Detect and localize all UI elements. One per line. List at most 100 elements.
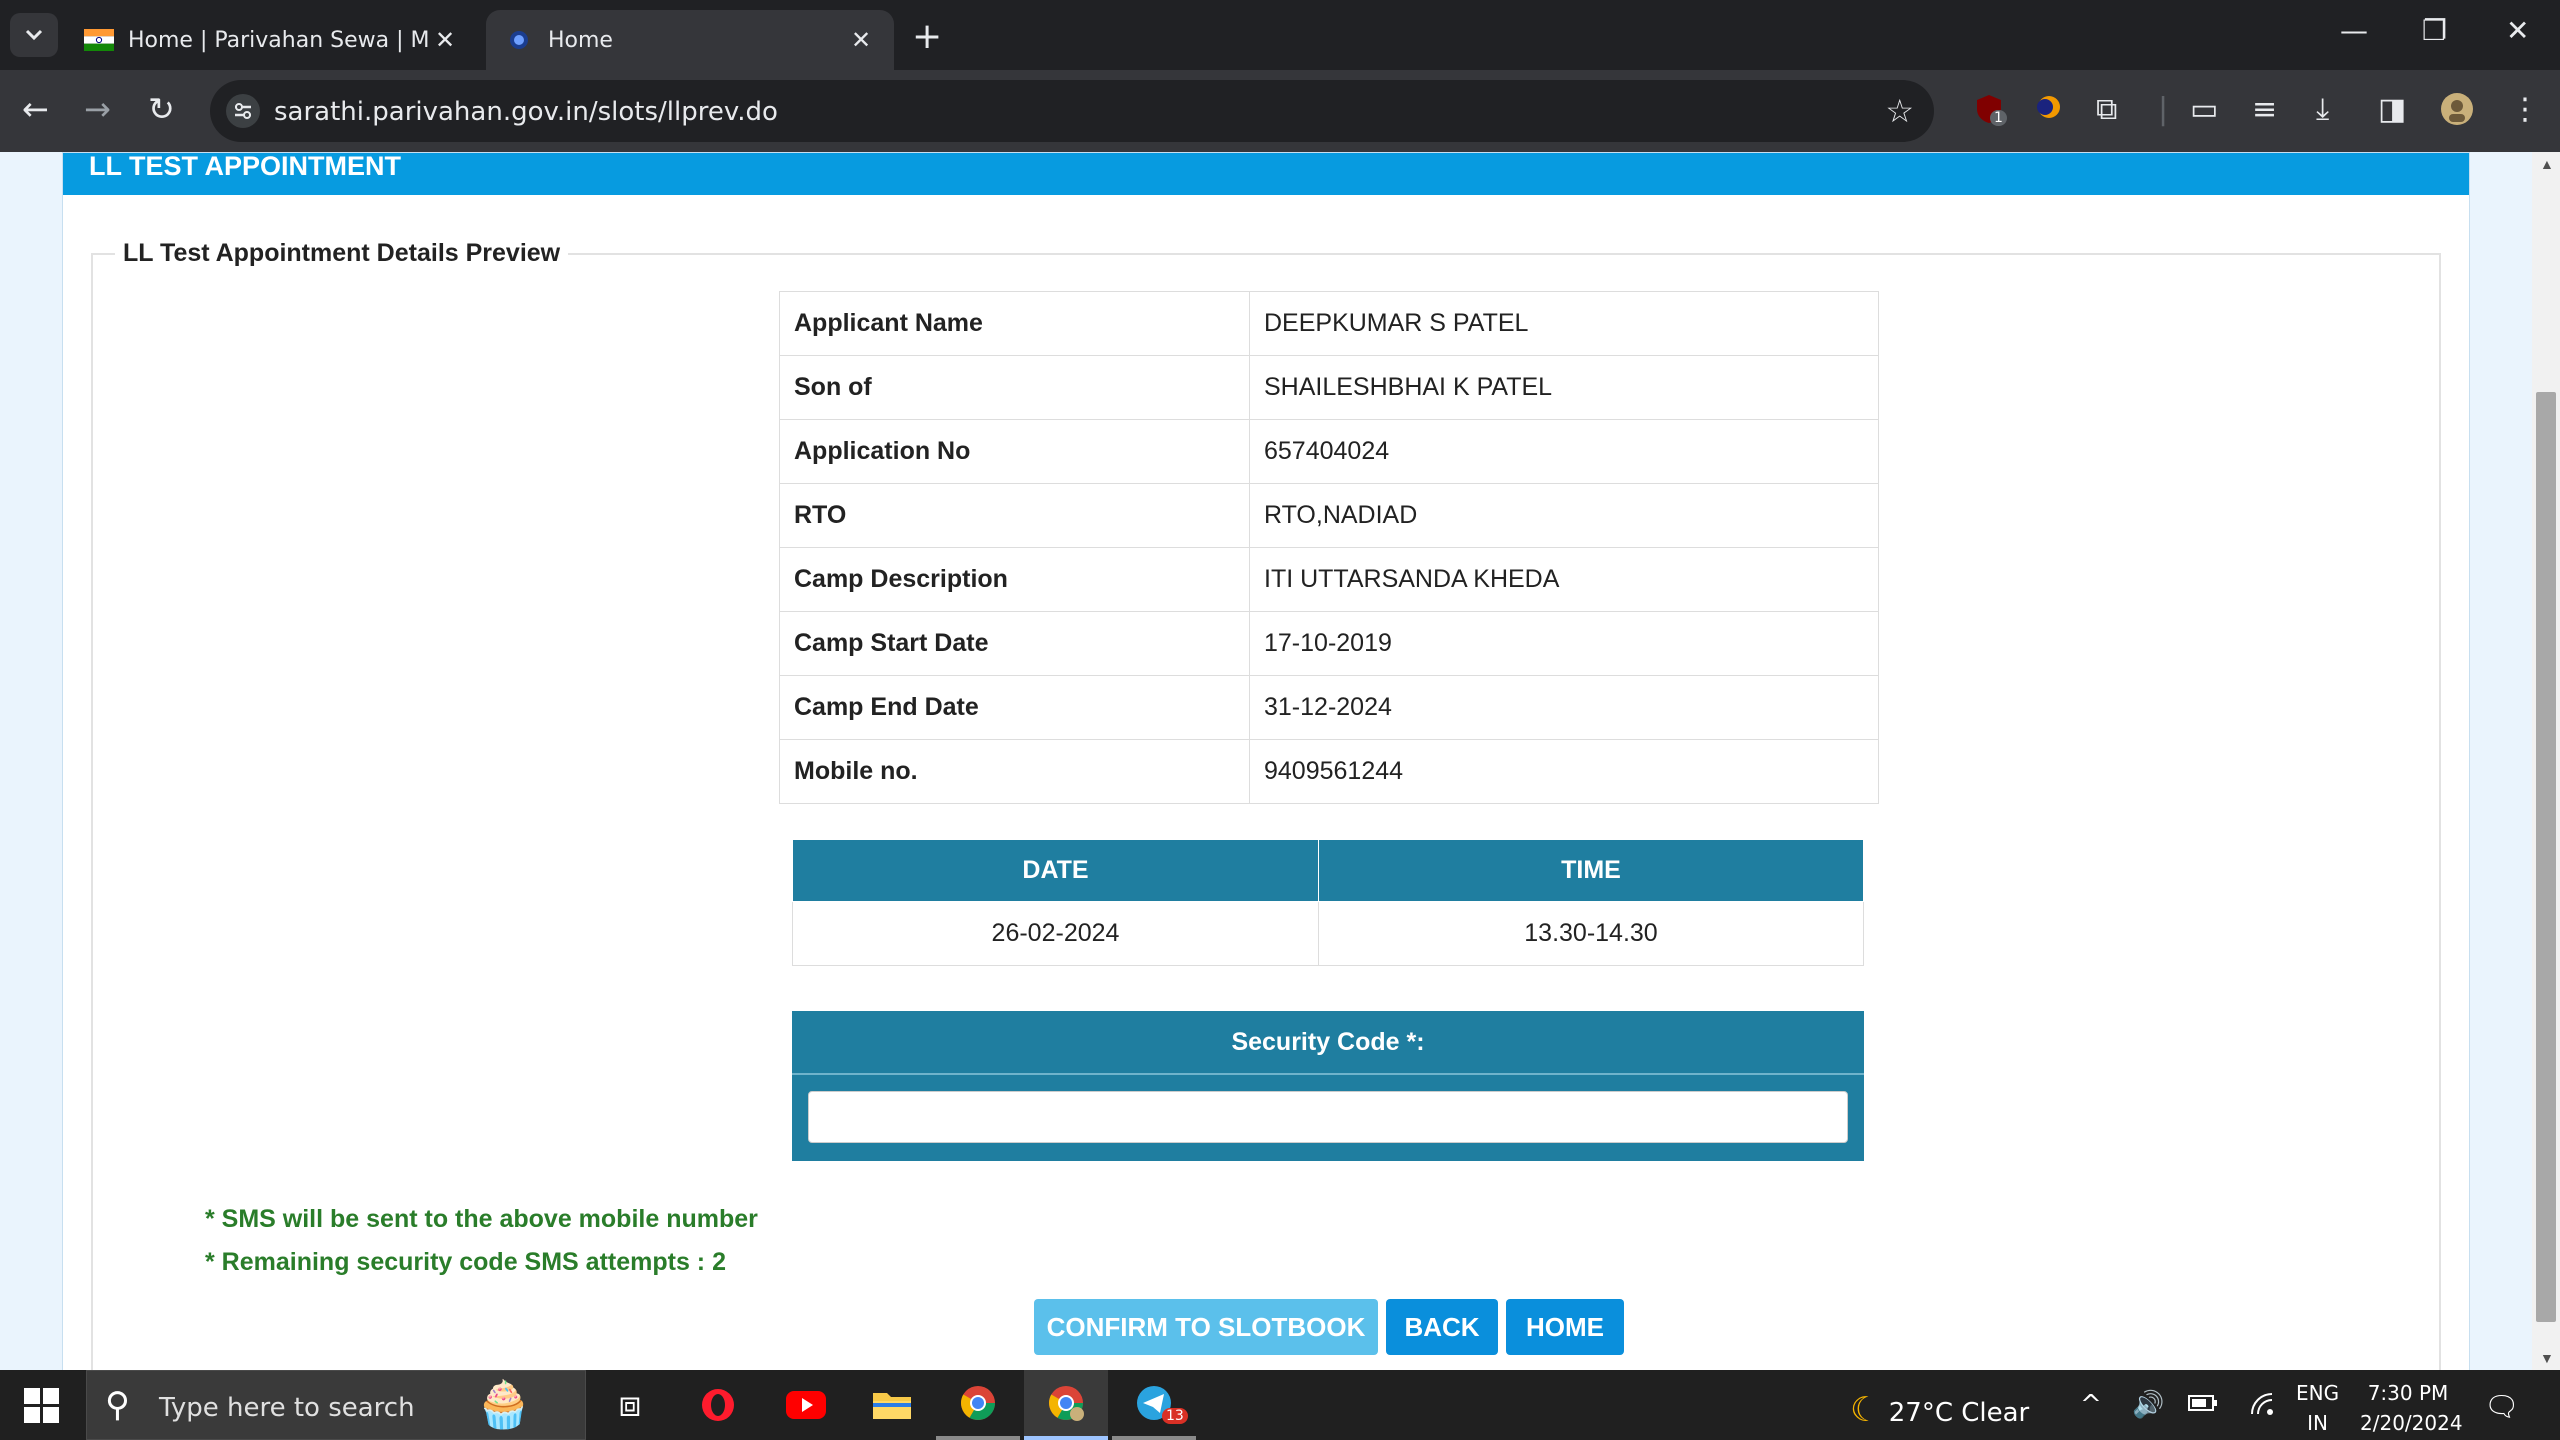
scroll-down-arrow-icon[interactable]: ▼ (2540, 1350, 2554, 1366)
taskbar: ⚲ Type here to search 🧁 ⧈ 13 ☾ 27°C Clea… (0, 1370, 2560, 1440)
scroll-thumb[interactable] (2536, 392, 2556, 1322)
page-title: LL TEST APPOINTMENT (63, 153, 2469, 195)
windows-start-icon[interactable] (24, 1388, 60, 1424)
minimize-icon[interactable]: — (2340, 14, 2368, 47)
applicant-details-table: Applicant Name DEEPKUMAR S PATEL Son of … (779, 291, 1879, 804)
chrome-menu-icon[interactable]: ⋮ (2510, 92, 2540, 127)
security-code-label: Security Code *: (792, 1011, 1864, 1075)
url-text: sarathi.parivahan.gov.in/slots/llprev.do (274, 97, 778, 127)
toolbar-divider: | (2158, 92, 2169, 127)
detail-label: Application No (779, 419, 1250, 484)
home-button[interactable]: HOME (1506, 1299, 1624, 1355)
volume-icon[interactable]: 🔊 (2132, 1390, 2164, 1420)
moon-icon: ☾ (1850, 1390, 1881, 1430)
telegram-icon[interactable]: 13 (1112, 1370, 1196, 1440)
detail-value: DEEPKUMAR S PATEL (1249, 291, 1879, 356)
bookmark-star-icon[interactable]: ☆ (1885, 92, 1914, 130)
weather-widget[interactable]: ☾ 27°C Clear (1850, 1390, 2029, 1430)
telegram-badge: 13 (1162, 1408, 1188, 1424)
file-explorer-icon[interactable] (850, 1370, 934, 1440)
show-hidden-icons-chevron-icon[interactable]: ^ (2080, 1390, 2102, 1420)
back-button[interactable]: BACK (1386, 1299, 1498, 1355)
detail-value: SHAILESHBHAI K PATEL (1249, 355, 1879, 420)
forward-arrow-icon[interactable]: → (84, 90, 111, 128)
chrome-icon[interactable] (936, 1370, 1020, 1440)
battery-icon[interactable] (2188, 1390, 2218, 1420)
language-code: ENG (2296, 1381, 2340, 1405)
close-tab-icon[interactable]: ✕ (846, 26, 876, 54)
search-highlight-muffin-icon: 🧁 (475, 1378, 533, 1430)
download-icon[interactable]: ⤓ (2316, 92, 2329, 127)
detail-label: Mobile no. (779, 739, 1250, 804)
chevron-down-icon (25, 29, 43, 41)
browser-tab-strip: Home | Parivahan Sewa | Minist ✕ Home ✕ … (0, 0, 2560, 70)
tab-title: Home (548, 27, 613, 53)
new-tab-button[interactable]: + (912, 16, 942, 57)
system-clock[interactable]: 7:30 PM 2/20/2024 (2360, 1378, 2463, 1438)
language-indicator[interactable]: ENG IN (2296, 1378, 2339, 1438)
tab-home[interactable]: Home ✕ (486, 10, 894, 70)
cast-icon[interactable]: ▭ (2190, 92, 2218, 127)
page-scrollbar[interactable]: ▲ ▼ (2532, 152, 2560, 1370)
wifi-icon[interactable] (2248, 1390, 2276, 1425)
opera-icon[interactable] (676, 1370, 760, 1440)
close-tab-icon[interactable]: ✕ (430, 26, 460, 54)
close-window-icon[interactable]: ✕ (2506, 14, 2529, 47)
taskbar-search-box[interactable]: ⚲ Type here to search 🧁 (86, 1370, 586, 1440)
detail-label: Applicant Name (779, 291, 1250, 356)
extensions-puzzle-icon[interactable]: ⧉ (2096, 92, 2117, 127)
site-info-icon[interactable] (226, 94, 260, 128)
table-row: Son of SHAILESHBHAI K PATEL (779, 355, 1879, 420)
scroll-up-arrow-icon[interactable]: ▲ (2540, 156, 2554, 172)
extension-badge: 1 (1990, 110, 2007, 126)
side-panel-icon[interactable]: ◨ (2378, 92, 2406, 127)
address-bar[interactable]: sarathi.parivahan.gov.in/slots/llprev.do… (210, 80, 1934, 142)
tab-parivahan-home[interactable]: Home | Parivahan Sewa | Minist ✕ (66, 10, 478, 70)
table-row: 26-02-2024 13.30-14.30 (792, 901, 1864, 966)
reload-icon[interactable]: ↻ (148, 90, 175, 128)
youtube-app-icon[interactable] (764, 1370, 848, 1440)
profile-avatar[interactable] (2440, 92, 2474, 134)
detail-label: Son of (779, 355, 1250, 420)
table-row: RTO RTO,NADIAD (779, 483, 1879, 548)
security-code-box: Security Code *: (792, 1011, 1864, 1161)
appointment-panel: LL TEST APPOINTMENT LL Test Appointment … (62, 152, 2470, 1370)
extension-ublock-icon[interactable]: 1 (1972, 92, 2007, 134)
restore-icon[interactable]: ❐ (2422, 14, 2447, 47)
page-viewport: LL TEST APPOINTMENT LL Test Appointment … (0, 152, 2532, 1370)
clock-time: 7:30 PM (2367, 1381, 2449, 1405)
extension-orb-icon[interactable] (2034, 92, 2064, 130)
table-row: Applicant Name DEEPKUMAR S PATEL (779, 291, 1879, 356)
tab-search-button[interactable] (10, 13, 58, 57)
back-arrow-icon[interactable]: ← (22, 90, 49, 128)
india-flag-icon (84, 29, 114, 51)
search-placeholder: Type here to search (159, 1393, 415, 1423)
attempts-note: * Remaining security code SMS attempts :… (205, 1248, 726, 1276)
confirm-slotbook-button[interactable]: CONFIRM TO SLOTBOOK (1034, 1299, 1378, 1355)
detail-value: 17-10-2019 (1249, 611, 1879, 676)
weather-text: 27°C Clear (1888, 1398, 2030, 1428)
time-column-header: TIME (1318, 839, 1864, 902)
task-view-icon[interactable]: ⧈ (588, 1370, 672, 1440)
search-icon: ⚲ (105, 1385, 130, 1425)
slot-header-row: DATE TIME (792, 839, 1864, 902)
detail-value: RTO,NADIAD (1249, 483, 1879, 548)
table-row: Camp End Date 31-12-2024 (779, 675, 1879, 740)
media-queue-icon[interactable]: ≡ (2252, 92, 2277, 127)
detail-label: RTO (779, 483, 1250, 548)
slot-date: 26-02-2024 (792, 901, 1319, 966)
slot-time: 13.30-14.30 (1318, 901, 1864, 966)
notification-center-icon[interactable]: 🗨 (2484, 1390, 2520, 1423)
emblem-icon (510, 31, 528, 49)
table-row: Mobile no. 9409561244 (779, 739, 1879, 804)
detail-value: ITI UTTARSANDA KHEDA (1249, 547, 1879, 612)
detail-label: Camp End Date (779, 675, 1250, 740)
chrome-profile-icon[interactable] (1024, 1370, 1108, 1440)
detail-value: 31-12-2024 (1249, 675, 1879, 740)
table-row: Camp Description ITI UTTARSANDA KHEDA (779, 547, 1879, 612)
detail-value: 9409561244 (1249, 739, 1879, 804)
table-row: Camp Start Date 17-10-2019 (779, 611, 1879, 676)
region-code: IN (2307, 1411, 2328, 1435)
security-code-input[interactable] (808, 1091, 1848, 1143)
detail-label: Camp Description (779, 547, 1250, 612)
